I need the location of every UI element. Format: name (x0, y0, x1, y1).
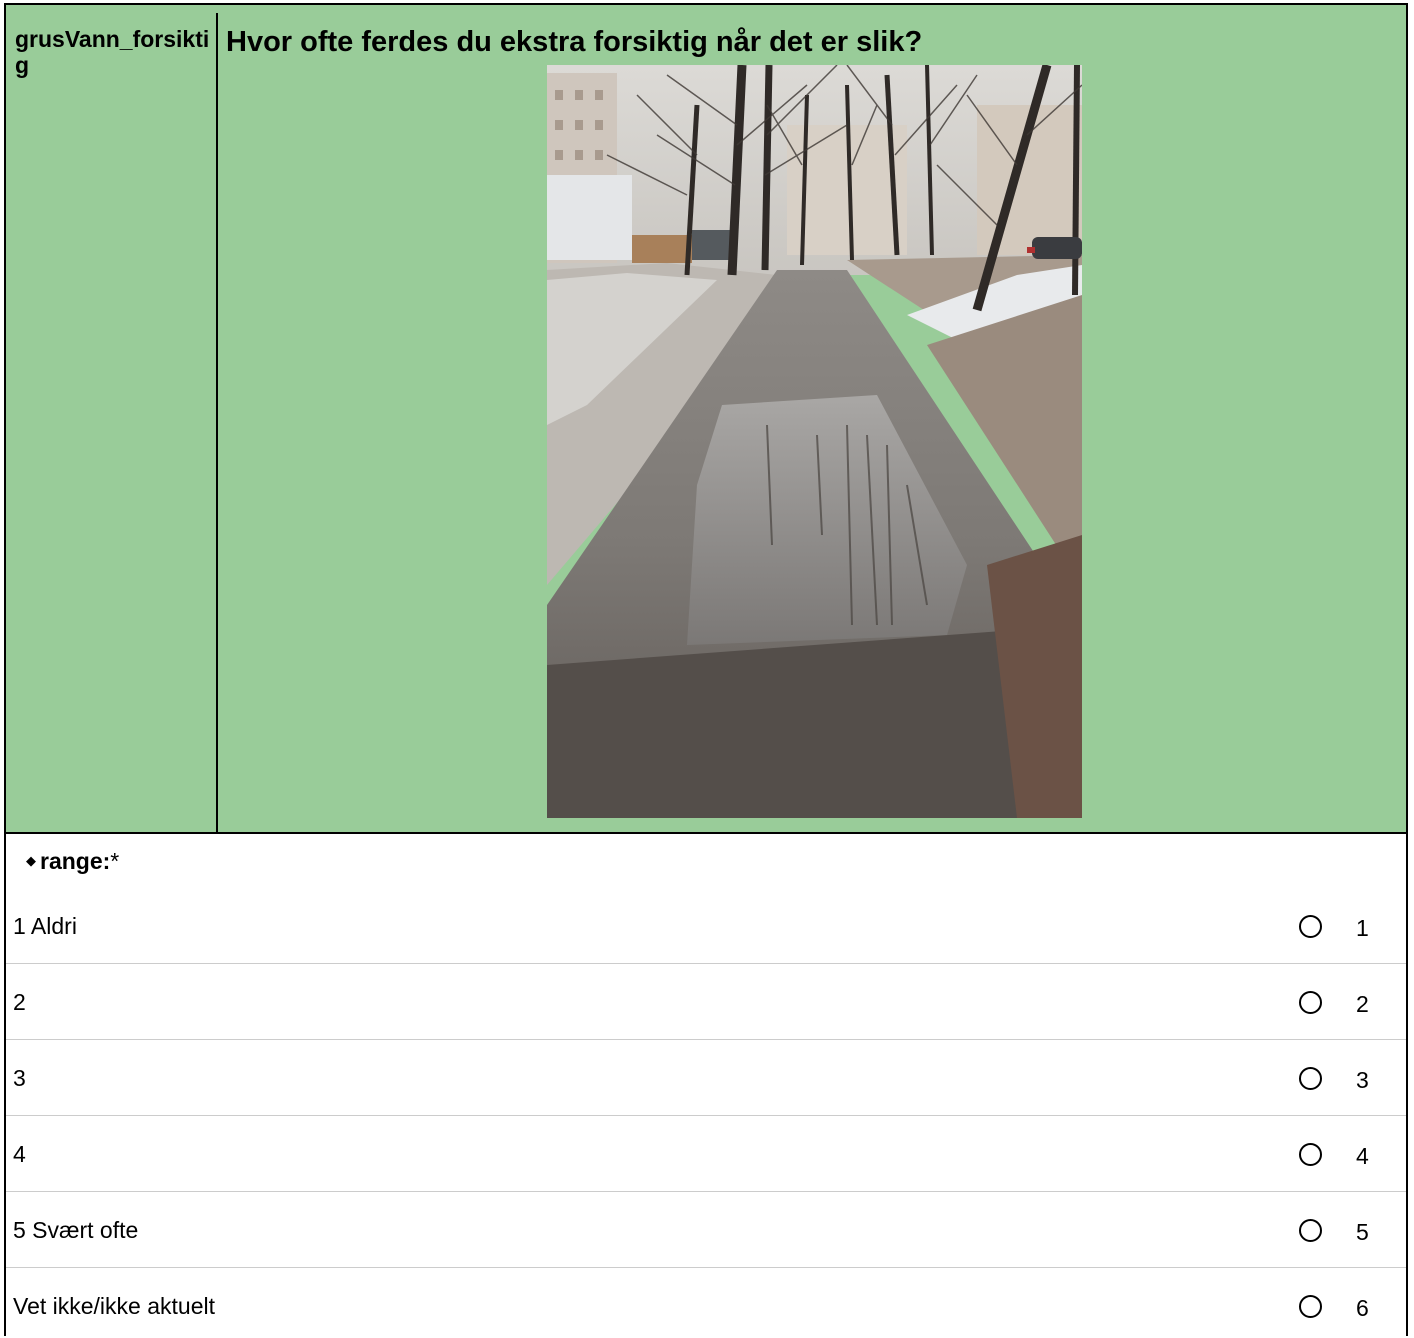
answer-option[interactable]: 4 4 (6, 1116, 1406, 1192)
question-header: grusVann_forsiktig Hvor ofte ferdes du e… (6, 5, 1406, 834)
option-value: 5 (1356, 1219, 1369, 1245)
header-divider (216, 13, 218, 834)
radio-button[interactable] (1299, 915, 1322, 938)
answer-option[interactable]: 2 2 (6, 964, 1406, 1040)
option-label: 4 (13, 1141, 26, 1167)
radio-button[interactable] (1299, 1067, 1322, 1090)
option-value: 3 (1356, 1067, 1369, 1093)
option-label: Vet ikke/ikke aktuelt (13, 1293, 215, 1319)
option-label: 2 (13, 989, 26, 1015)
radio-button[interactable] (1299, 991, 1322, 1014)
answer-option[interactable]: Vet ikke/ikke aktuelt 6 (6, 1268, 1406, 1338)
survey-question-card: grusVann_forsiktig Hvor ofte ferdes du e… (4, 3, 1408, 1336)
answer-option[interactable]: 1 Aldri 1 (6, 888, 1406, 964)
answer-options: 1 Aldri 1 2 2 3 3 4 4 5 Svært ofte 5 Vet… (6, 888, 1406, 1338)
answer-option[interactable]: 5 Svært ofte 5 (6, 1192, 1406, 1268)
radio-button[interactable] (1299, 1219, 1322, 1242)
diamond-bullet-icon: ◆ (26, 853, 36, 868)
option-value: 6 (1356, 1295, 1369, 1321)
radio-button[interactable] (1299, 1143, 1322, 1166)
question-photo (547, 65, 1082, 818)
option-value: 4 (1356, 1143, 1369, 1169)
range-label: ◆ range:* (26, 848, 120, 874)
option-label: 5 Svært ofte (13, 1217, 139, 1243)
option-value: 1 (1356, 915, 1369, 941)
variable-name: grusVann_forsiktig (15, 26, 210, 78)
option-label: 1 Aldri (13, 913, 77, 939)
answer-option[interactable]: 3 3 (6, 1040, 1406, 1116)
option-label: 3 (13, 1065, 26, 1091)
required-marker: * (110, 848, 120, 874)
question-text: Hvor ofte ferdes du ekstra forsiktig når… (226, 26, 923, 58)
option-value: 2 (1356, 991, 1369, 1017)
radio-button[interactable] (1299, 1295, 1322, 1318)
